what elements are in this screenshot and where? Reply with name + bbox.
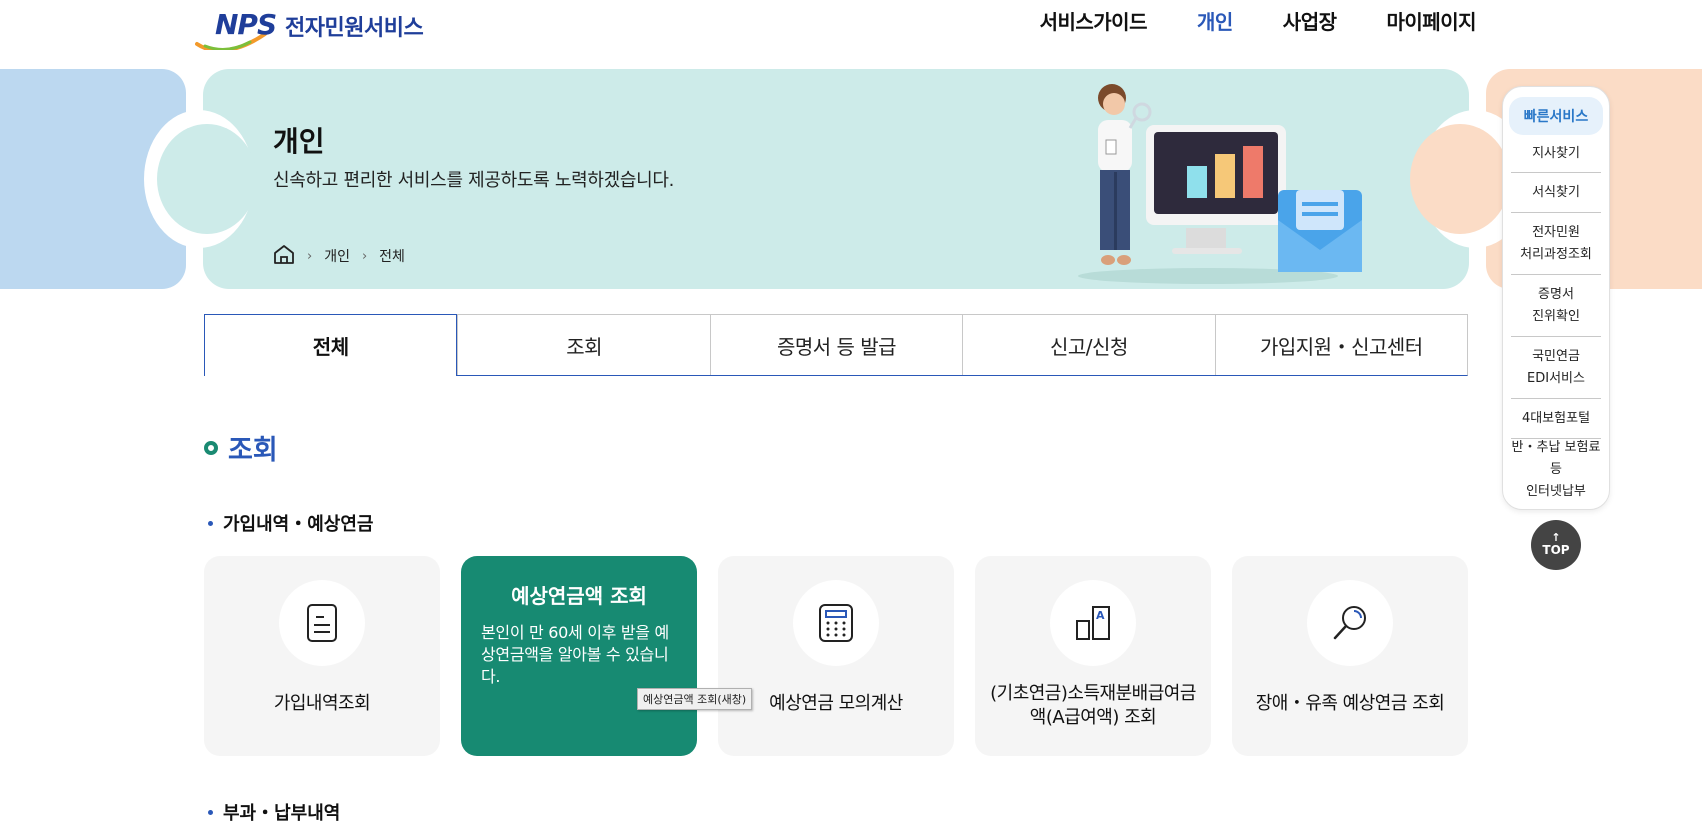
card-label: 가입내역조회 <box>273 693 371 714</box>
tab-support-center[interactable]: 가입지원・신고센터 <box>1214 315 1467 375</box>
quick-service-panel: 빠른서비스 지사찾기 서식찾기 전자민원 처리과정조회 증명서 진위확인 국민연… <box>1502 86 1610 510</box>
card-label: (기초연금)소득재분배급여금액(A급여액) 조회 <box>990 683 1196 728</box>
card-label: 예상연금 모의계산 <box>769 693 903 714</box>
top-label: TOP <box>1542 543 1570 557</box>
quick-form-search[interactable]: 서식찾기 <box>1511 173 1601 213</box>
subsection-title-text: 가입내역・예상연금 <box>223 514 374 535</box>
nps-logo[interactable]: NPS 전자민원서비스 <box>195 6 424 50</box>
chevron-right-icon: › <box>361 248 368 264</box>
breadcrumb-personal[interactable]: 개인 <box>324 246 350 266</box>
breadcrumb-all[interactable]: 전체 <box>379 246 405 266</box>
card-enrollment-history[interactable]: 가입내역조회 <box>204 556 440 756</box>
site-title: 전자민원서비스 <box>285 16 424 41</box>
card-basic-pension-a[interactable]: A (기초연금)소득재분배급여금액(A급여액) 조회 <box>975 556 1211 756</box>
quick-branch-search[interactable]: 지사찾기 <box>1511 135 1601 173</box>
quick-4insurance-portal[interactable]: 4대보험포털 <box>1511 399 1601 439</box>
banner-illustration <box>1068 80 1368 288</box>
nps-logo-mark: NPS <box>195 6 281 50</box>
dot-bullet-icon <box>208 809 213 815</box>
tab-report[interactable]: 신고/신청 <box>962 315 1214 375</box>
tab-all[interactable]: 전체 <box>204 314 458 376</box>
bar-a-icon: A <box>1050 580 1136 666</box>
card-disability-survivor[interactable]: 장애・유족 예상연금 조회 <box>1232 556 1468 756</box>
section-title-text: 조회 <box>228 435 278 466</box>
card-label: 장애・유족 예상연금 조회 <box>1255 693 1445 714</box>
home-icon[interactable] <box>273 244 295 268</box>
card-title: 예상연금액 조회 <box>511 584 647 608</box>
header: NPS 전자민원서비스 서비스가이드 개인 사업장 마이페이지 <box>0 0 1702 68</box>
quick-online-payment[interactable]: 반・추납 보험료등 인터넷납부 <box>1511 439 1601 501</box>
page-description: 신속하고 편리한 서비스를 제공하도록 노력하겠습니다. <box>273 170 675 191</box>
circle-bullet-icon <box>204 440 218 455</box>
scroll-top-button[interactable]: ↑ TOP <box>1531 520 1581 570</box>
card-description: 본인이 만 60세 이후 받을 예상연금액을 알아볼 수 있습니다. <box>481 623 669 686</box>
card-pension-simulation[interactable]: 예상연금 모의계산 <box>718 556 954 756</box>
calculator-icon <box>793 580 879 666</box>
quick-process-inquiry[interactable]: 전자민원 처리과정조회 <box>1511 213 1601 275</box>
nav-business[interactable]: 사업장 <box>1283 6 1337 35</box>
quick-service-title[interactable]: 빠른서비스 <box>1509 97 1603 135</box>
tab-certificate[interactable]: 증명서 등 발급 <box>709 315 962 375</box>
quick-cert-verify[interactable]: 증명서 진위확인 <box>1511 275 1601 337</box>
nav-mypage[interactable]: 마이페이지 <box>1387 6 1477 35</box>
nav-personal[interactable]: 개인 <box>1197 6 1233 35</box>
svg-text:A: A <box>1096 609 1105 622</box>
subsection-title: 가입내역・예상연금 <box>208 510 373 536</box>
nav-service-guide[interactable]: 서비스가이드 <box>1040 6 1148 35</box>
subsection-title: 부과・납부내역 <box>208 799 340 825</box>
global-nav: 서비스가이드 개인 사업장 마이페이지 <box>1040 6 1477 35</box>
document-icon <box>279 580 365 666</box>
breadcrumb: › 개인 › 전체 <box>273 244 405 268</box>
tooltip: 예상연금액 조회(새창) <box>637 688 753 710</box>
quick-edi-service[interactable]: 국민연금 EDI서비스 <box>1511 337 1601 399</box>
subsection-title-text: 부과・납부내역 <box>223 803 341 824</box>
page-title: 개인 <box>273 125 325 158</box>
card-expected-pension[interactable]: 예상연금액 조회 본인이 만 60세 이후 받을 예상연금액을 알아볼 수 있습… <box>461 556 697 756</box>
dot-bullet-icon <box>208 520 213 526</box>
section-title: 조회 <box>204 428 278 467</box>
logo-text: NPS <box>215 8 277 41</box>
magnifier-icon <box>1307 580 1393 666</box>
tab-inquiry[interactable]: 조회 <box>457 315 709 375</box>
arrow-up-icon: ↑ <box>1551 531 1561 544</box>
chevron-right-icon: › <box>307 248 313 264</box>
category-tabs: 전체 조회 증명서 등 발급 신고/신청 가입지원・신고센터 <box>204 314 1468 376</box>
service-cards: 가입내역조회 예상연금액 조회 본인이 만 60세 이후 받을 예상연금액을 알… <box>204 556 1468 756</box>
